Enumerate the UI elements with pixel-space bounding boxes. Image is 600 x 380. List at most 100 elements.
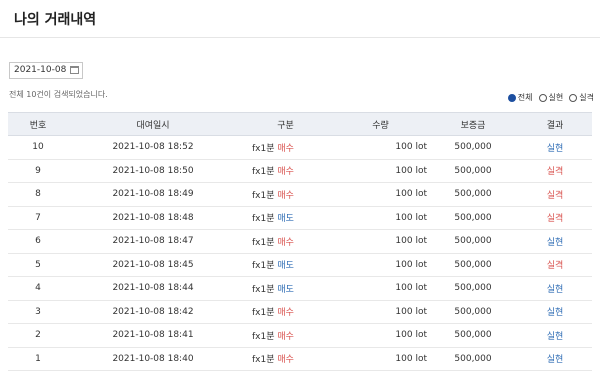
table-header-row: 번호 대여일시 구분 수량 보증금 결과 [8,112,592,136]
cell-product: fx1분 [252,331,275,342]
table-row: 1 2021-10-08 18:40 fx1분 매수 100 lot 500,000 실현 [8,347,592,371]
cell-side: 매도 [277,261,294,272]
cell-result: 실격 [546,190,564,201]
cell-datetime: 2021-10-08 18:47 [112,236,194,247]
table-row: 4 2021-10-08 18:44 fx1분 매도 100 lot 500,000 실현 [8,277,592,301]
table-row: 10 2021-10-08 18:52 fx1분 매수 100 lot 500,000 실… [8,136,592,160]
radio-all[interactable] [507,93,516,102]
table-body: 10 2021-10-08 18:52 fx1분 매수 100 lot 500,000 실… [8,136,592,371]
cell-product: fx1분 [252,190,275,201]
cell-result: 실현 [546,237,564,248]
cell-no: 7 [35,212,41,223]
cell-deposit: 500,000 [454,165,492,176]
cell-qty: 100 lot [395,236,427,247]
cell-type: fx1분 매도 [238,206,333,230]
table-row: 6 2021-10-08 18:47 fx1분 매수 100 lot 500,000 실현 [8,230,592,254]
table-row: 3 2021-10-08 18:42 fx1분 매수 100 lot 500,000 실현 [8,300,592,324]
cell-side: 매수 [277,355,294,366]
cell-datetime: 2021-10-08 18:45 [112,259,194,270]
cell-qty: 100 lot [395,142,427,153]
cell-qty: 100 lot [395,283,427,294]
date-value: 2021-10-08 [14,65,67,75]
cell-datetime: 2021-10-08 18:50 [112,165,194,176]
cell-type: fx1분 매수 [238,136,333,160]
filter-all-label: 전체 [517,93,533,102]
cell-deposit: 500,000 [454,236,492,247]
cell-result: 실현 [546,143,564,154]
cell-no: 5 [35,259,41,270]
cell-qty: 100 lot [395,165,427,176]
cell-type: fx1분 매수 [238,230,333,254]
header-datetime: 대여일시 [68,112,238,136]
cell-side: 매수 [277,167,294,178]
radio-realized[interactable] [538,93,547,102]
cell-deposit: 500,000 [454,142,492,153]
radio-disqualified[interactable] [569,93,578,102]
cell-datetime: 2021-10-08 18:40 [112,353,194,364]
cell-deposit: 500,000 [454,306,492,317]
filter-disqualified[interactable]: 실격 [569,92,594,103]
page-header: 나의 거래내역 [0,0,600,38]
table-row: 5 2021-10-08 18:45 fx1분 매도 100 lot 500,000 실격 [8,253,592,277]
page-title: 나의 거래내역 [14,12,97,28]
cell-side: 매수 [277,331,294,342]
cell-result: 실격 [546,261,564,272]
filter-realized[interactable]: 실현 [538,92,564,103]
cell-type: fx1분 매수 [238,347,333,371]
cell-type: fx1분 매수 [238,324,333,348]
cell-product: fx1분 [252,143,275,154]
header-type: 구분 [238,112,333,136]
cell-datetime: 2021-10-08 18:41 [112,330,194,341]
table-row: 8 2021-10-08 18:49 fx1분 매수 100 lot 500,000 실격 [8,183,592,206]
filter-all[interactable]: 전체 [507,92,533,103]
cell-side: 매수 [277,308,294,319]
cell-datetime: 2021-10-08 18:52 [112,142,194,153]
cell-deposit: 500,000 [454,189,492,200]
cell-no: 6 [35,236,41,247]
table-row: 9 2021-10-08 18:50 fx1분 매수 100 lot 500,000 실격 [8,159,592,183]
calendar-icon[interactable] [70,66,79,74]
cell-product: fx1분 [252,167,275,178]
cell-deposit: 500,000 [454,212,492,223]
cell-qty: 100 lot [395,353,427,364]
header-deposit: 보증금 [428,112,518,136]
header-no: 번호 [8,112,68,136]
cell-product: fx1분 [252,308,275,319]
date-picker-input[interactable]: 2021-10-08 [9,62,83,79]
cell-no: 10 [32,142,44,153]
header-result: 결과 [518,112,592,136]
cell-deposit: 500,000 [454,283,492,294]
cell-datetime: 2021-10-08 18:44 [112,283,194,294]
cell-side: 매도 [277,284,294,295]
cell-qty: 100 lot [395,212,427,223]
cell-datetime: 2021-10-08 18:49 [112,189,194,200]
cell-product: fx1분 [252,284,275,295]
cell-deposit: 500,000 [454,259,492,270]
table-row: 7 2021-10-08 18:48 fx1분 매도 100 lot 500,000 실격 [8,206,592,230]
cell-product: fx1분 [252,261,275,272]
cell-result: 실격 [546,167,564,178]
result-filter-group: 전체 실현 실격 [502,92,594,103]
cell-no: 2 [35,330,41,341]
cell-qty: 100 lot [395,330,427,341]
filter-realized-label: 실현 [548,93,564,102]
cell-side: 매도 [277,214,294,225]
cell-qty: 100 lot [395,189,427,200]
trade-history-table: 번호 대여일시 구분 수량 보증금 결과 10 2021-10-08 18:52 f… [8,112,592,371]
cell-deposit: 500,000 [454,353,492,364]
cell-result: 실현 [546,331,564,342]
filter-disqualified-label: 실격 [579,93,594,102]
cell-product: fx1분 [252,214,275,225]
cell-side: 매수 [277,237,294,248]
cell-type: fx1분 매수 [238,159,333,183]
cell-no: 1 [35,353,41,364]
cell-result: 실현 [546,355,564,366]
cell-product: fx1분 [252,355,275,366]
cell-qty: 100 lot [395,259,427,270]
cell-qty: 100 lot [395,306,427,317]
cell-product: fx1분 [252,237,275,248]
cell-result: 실격 [546,214,564,225]
cell-result: 실현 [546,308,564,319]
cell-datetime: 2021-10-08 18:42 [112,306,194,317]
cell-type: fx1분 매도 [238,277,333,301]
